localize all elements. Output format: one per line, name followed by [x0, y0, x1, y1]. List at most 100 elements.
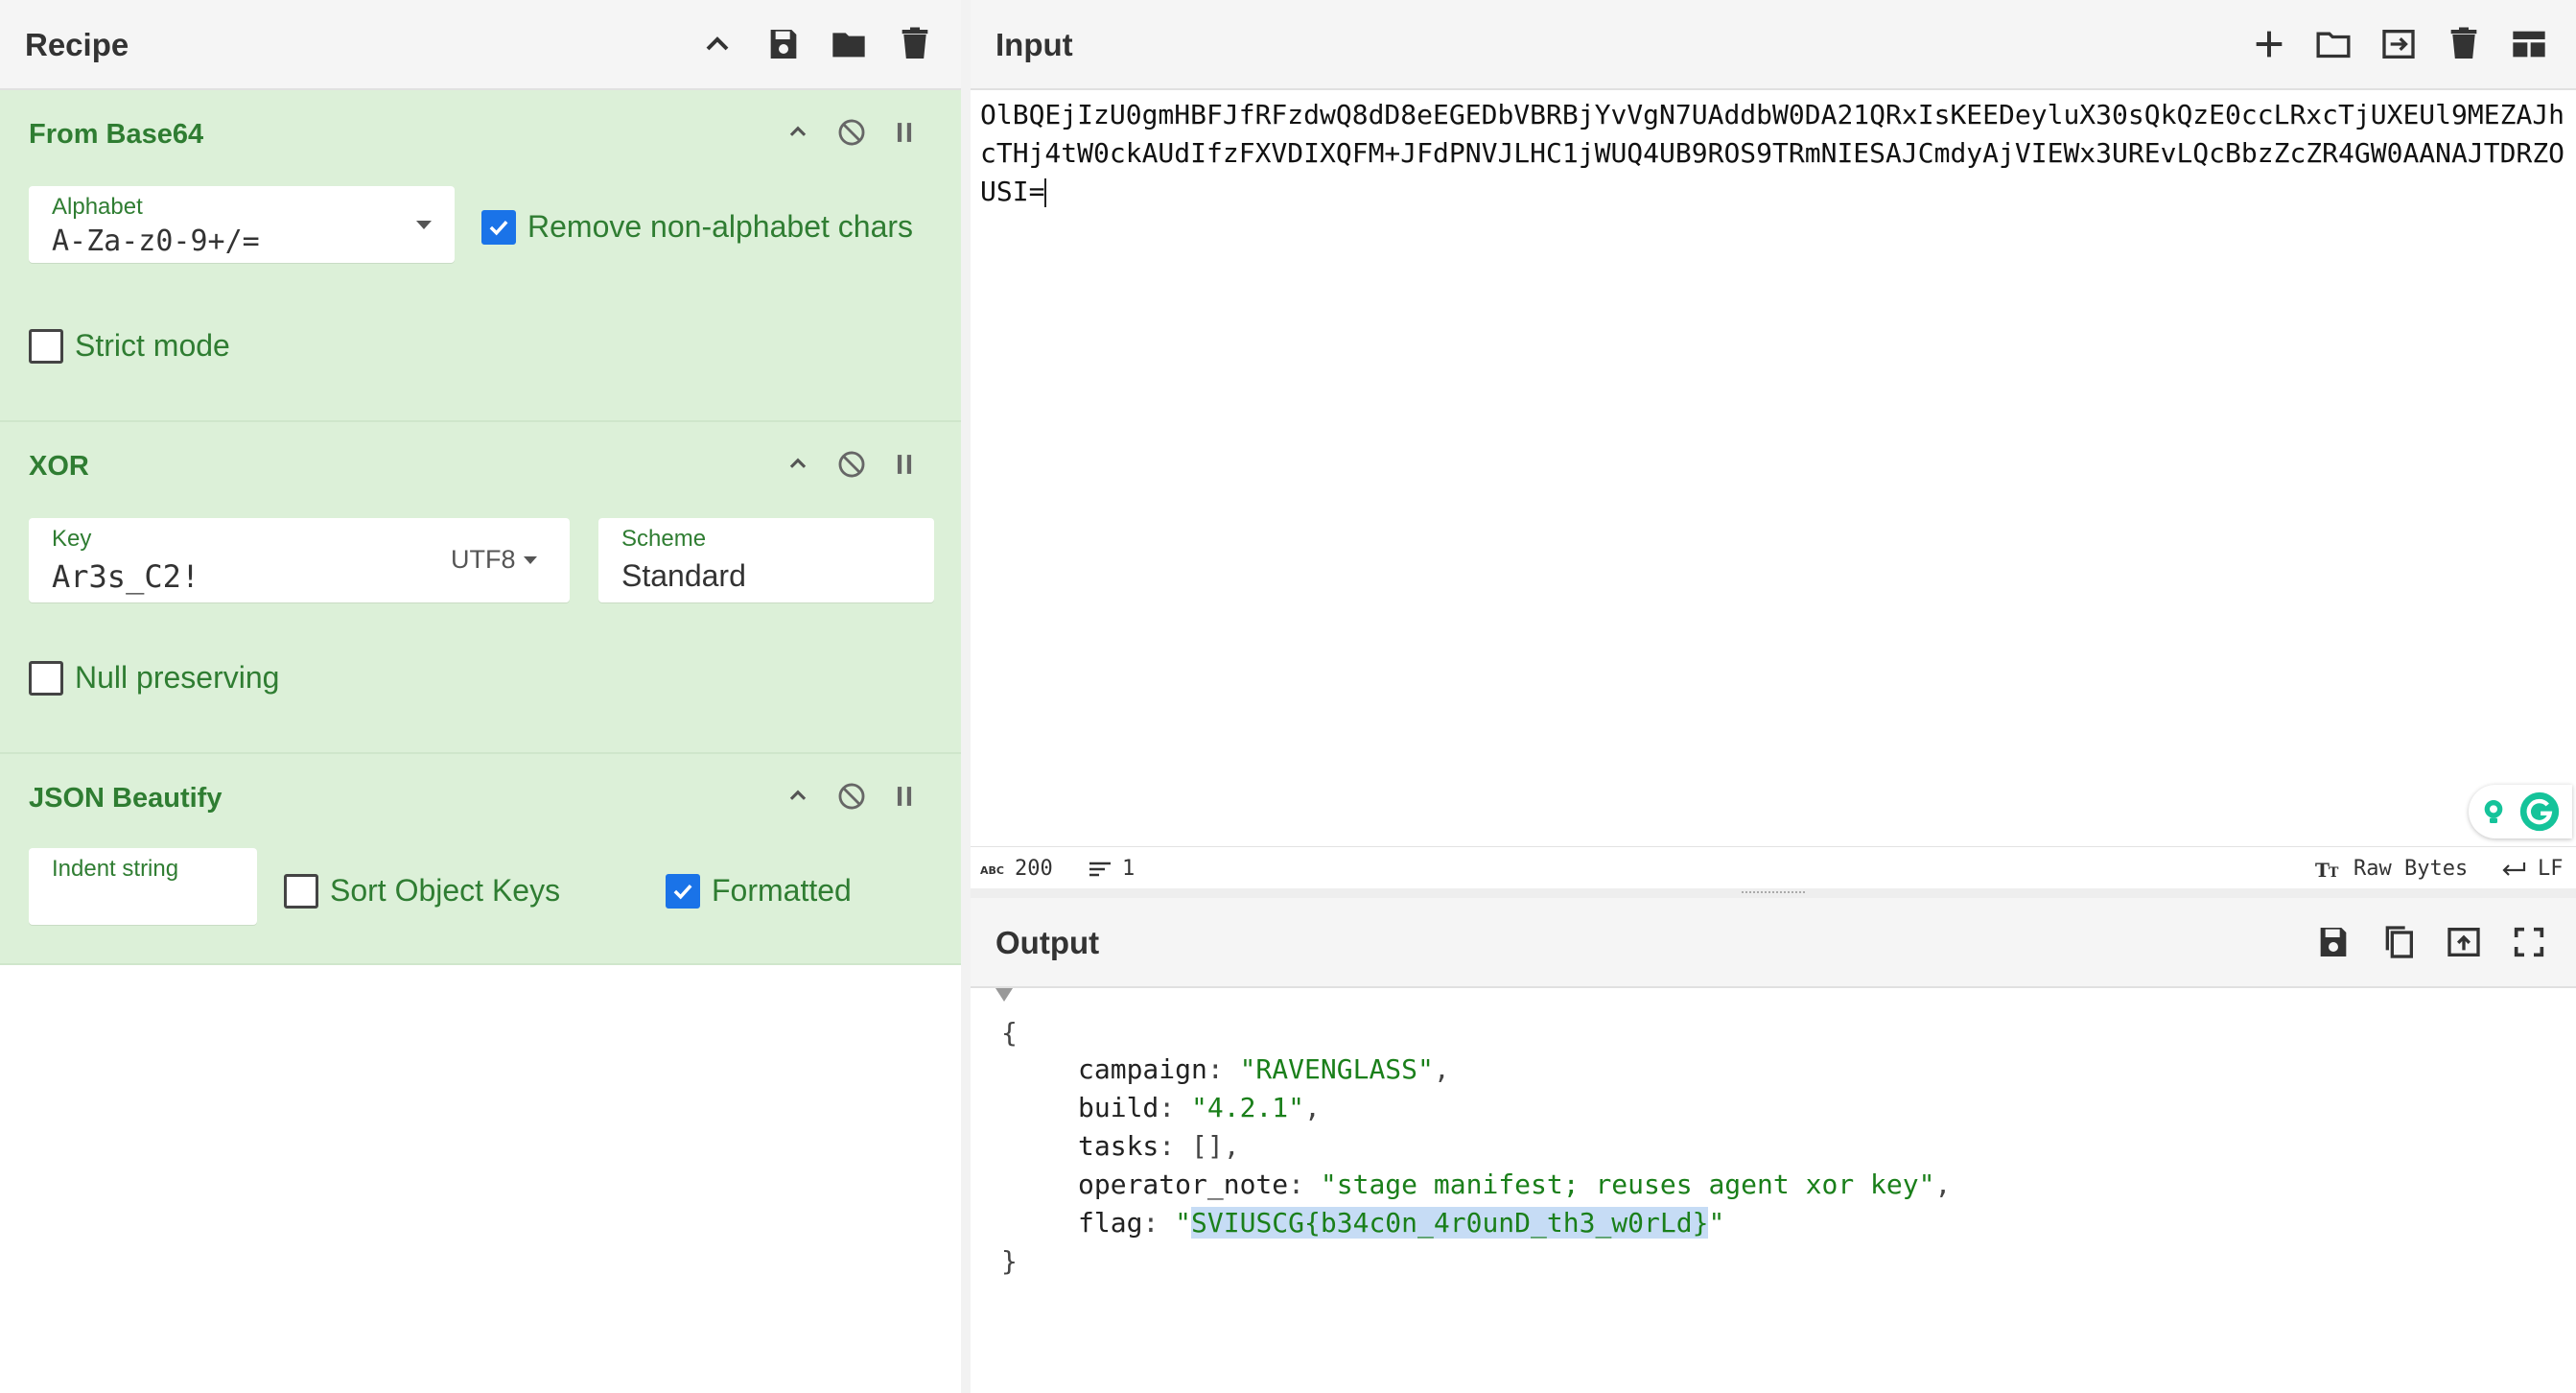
save-recipe-button[interactable] — [761, 21, 807, 67]
key-encoding-value: UTF8 — [451, 545, 516, 574]
grammarly-logo-icon — [2519, 791, 2560, 832]
folder-icon — [832, 33, 865, 58]
svg-text:T: T — [2315, 859, 2330, 880]
trash-icon — [2450, 27, 2477, 59]
chevron-up-icon — [789, 790, 807, 800]
key-label: Key — [52, 526, 92, 552]
input-textarea[interactable]: OlBQEjIzU0gmHBFJfRFzdwQ8dD8eEGEDbVBRBjYv… — [980, 96, 2576, 211]
json-field-build: build: "4.2.1", — [1078, 1092, 1321, 1123]
plus-icon — [2256, 31, 2283, 58]
copy-icon — [2385, 926, 2413, 958]
text-format-icon: TT — [2315, 859, 2339, 880]
chevron-down-icon — [523, 555, 537, 564]
svg-text:ABC: ABC — [980, 864, 1004, 876]
line-ending-value: LF — [2538, 857, 2564, 881]
line-count: 1 — [1088, 857, 1135, 881]
return-icon — [2502, 862, 2526, 876]
abc-icon: ABC — [980, 864, 1004, 876]
operation-json-beautify: JSON Beautify Indent string Sort Object … — [0, 754, 961, 965]
disable-icon — [838, 783, 865, 810]
clear-input-button[interactable] — [2441, 21, 2487, 67]
collapse-all-button[interactable] — [694, 21, 740, 67]
selected-flag-value[interactable]: SVIUSCG{b34c0n_4r0unD_th3_w0rLd} — [1191, 1207, 1709, 1239]
disable-operation-button[interactable] — [831, 111, 873, 153]
open-input-folder-button[interactable] — [2376, 21, 2422, 67]
add-input-tab-button[interactable] — [2246, 21, 2292, 67]
disable-icon — [838, 451, 865, 478]
pause-icon — [897, 455, 912, 474]
clear-recipe-button[interactable] — [892, 21, 938, 67]
reset-layout-button[interactable] — [2506, 21, 2552, 67]
io-splitter[interactable] — [971, 888, 2576, 898]
maximise-output-button[interactable] — [2506, 919, 2552, 965]
output-header: Output — [971, 898, 2576, 988]
save-output-button[interactable] — [2310, 919, 2356, 965]
input-title: Input — [995, 27, 1073, 62]
operation-title: JSON Beautify — [29, 783, 222, 814]
pause-icon — [897, 787, 912, 806]
alphabet-label: Alphabet — [52, 194, 143, 220]
sort-object-keys-checkbox[interactable]: Sort Object Keys — [284, 873, 560, 909]
text-cursor — [1044, 178, 1047, 207]
formatted-label: Formatted — [712, 873, 852, 908]
remove-non-alphabet-checkbox[interactable]: Remove non-alphabet chars — [481, 209, 913, 245]
strict-mode-checkbox[interactable]: Strict mode — [29, 328, 230, 364]
json-field-tasks: tasks: [], — [1078, 1130, 1240, 1162]
input-encoding-button[interactable]: TT Raw Bytes — [2315, 857, 2468, 881]
trash-icon — [902, 27, 928, 59]
output-json-viewer[interactable]: { campaign: "RAVENGLASS", build: "4.2.1"… — [971, 988, 2576, 1391]
alphabet-select[interactable]: Alphabet A-Za-z0-9+/= — [29, 186, 455, 263]
json-field-flag: flag: "SVIUSCG{b34c0n_4r0unD_th3_w0rLd}" — [1078, 1207, 1725, 1239]
pause-operation-button[interactable] — [883, 111, 925, 153]
collapse-operation-button[interactable] — [777, 443, 819, 485]
copy-output-button[interactable] — [2376, 919, 2422, 965]
checkbox-checked-icon — [666, 873, 700, 909]
indent-string-label: Indent string — [52, 856, 179, 882]
pause-icon — [897, 123, 912, 142]
null-preserving-checkbox[interactable]: Null preserving — [29, 660, 279, 696]
formatted-checkbox[interactable]: Formatted — [666, 873, 852, 909]
indent-string-input[interactable]: Indent string — [29, 848, 257, 925]
disable-operation-button[interactable] — [831, 775, 873, 817]
operation-xor: XOR Key Ar3s_C2! UTF8 Scheme Standard Nu… — [0, 422, 961, 754]
checkbox-unchecked-icon — [29, 660, 63, 696]
output-title: Output — [995, 925, 1100, 960]
grammarly-widget[interactable] — [2469, 785, 2572, 838]
alphabet-value: A-Za-z0-9+/= — [52, 224, 260, 258]
disable-operation-button[interactable] — [831, 443, 873, 485]
json-field-campaign: campaign: "RAVENGLASS", — [1078, 1053, 1450, 1085]
key-encoding-dropdown[interactable]: UTF8 — [451, 545, 537, 575]
line-count-value: 1 — [1122, 857, 1136, 881]
replace-input-button[interactable] — [2441, 919, 2487, 965]
load-recipe-button[interactable] — [826, 21, 872, 67]
replace-input-icon — [2447, 928, 2480, 956]
chevron-up-icon — [789, 126, 807, 136]
collapse-toggle-icon[interactable] — [995, 988, 1013, 1002]
open-input-file-button[interactable] — [2310, 21, 2356, 67]
operation-from-base64: From Base64 Alphabet A-Za-z0-9+/= Remove… — [0, 90, 961, 422]
disable-icon — [838, 119, 865, 146]
folder-icon — [2316, 32, 2351, 59]
chevron-down-icon — [416, 221, 432, 229]
layout-icon — [2513, 31, 2545, 58]
pause-operation-button[interactable] — [883, 775, 925, 817]
char-count-value: 200 — [1015, 857, 1053, 881]
operation-title: XOR — [29, 451, 89, 482]
import-icon — [2382, 30, 2415, 59]
json-field-operator-note: operator_note: "stage manifest; reuses a… — [1078, 1169, 1952, 1200]
pane-divider[interactable] — [961, 0, 971, 1393]
lightbulb-icon — [2484, 800, 2503, 823]
lines-icon — [1089, 862, 1111, 876]
collapse-operation-button[interactable] — [777, 111, 819, 153]
scheme-value: Standard — [621, 558, 746, 593]
pause-operation-button[interactable] — [883, 443, 925, 485]
recipe-pane: Recipe From Base64 Alphabet A-Za-z0-9+/= — [0, 0, 962, 1393]
collapse-operation-button[interactable] — [777, 775, 819, 817]
key-input[interactable]: Key Ar3s_C2! UTF8 — [29, 518, 570, 602]
svg-text:T: T — [2329, 865, 2339, 880]
save-icon — [2320, 928, 2347, 956]
remove-non-alphabet-label: Remove non-alphabet chars — [527, 209, 914, 244]
scheme-select[interactable]: Scheme Standard — [598, 518, 934, 602]
line-ending-button[interactable]: LF — [2499, 857, 2564, 881]
save-icon — [770, 30, 797, 59]
